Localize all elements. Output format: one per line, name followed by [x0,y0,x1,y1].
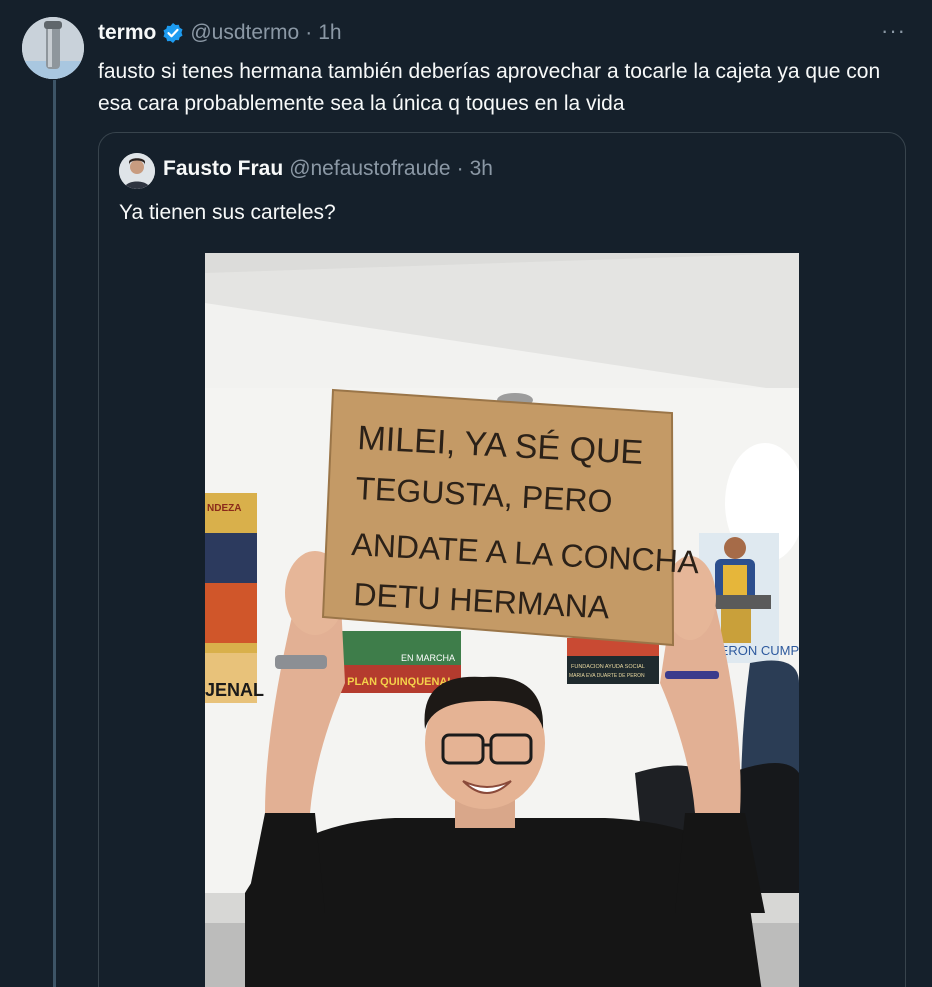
poster-center-left: EN MARCHA 2 PLAN QUINQUENAL [333,631,461,693]
quoted-author-name: Fausto Frau [163,157,284,180]
quoted-text: Ya tienen sus carteles? [119,201,336,224]
tweet-text: fausto si tenes hermana también deberías… [98,60,881,115]
tweet-header: termo @usdtermo · 1h [98,18,342,48]
poster-left-top: NDEZA [207,503,241,514]
separator-dot: · [456,157,464,180]
author-avatar[interactable] [22,17,84,79]
author-handle[interactable]: @usdtermo [190,21,299,45]
author-name[interactable]: termo [98,21,156,45]
poster-cl-bottom: 2 PLAN QUINQUENAL [338,676,454,688]
quoted-author-handle: @nefaustofraude [289,157,451,180]
quoted-photo[interactable]: NDEZA JENAL EN MARCHA 2 PLAN QUINQUENAL … [205,253,799,987]
poster-cr-bottom: MARIA EVA DUARTE DE PERON [569,673,645,679]
poster-left: NDEZA JENAL [205,493,264,703]
more-options-icon[interactable]: ··· [881,18,906,44]
poster-left-bottom: JENAL [205,680,264,700]
quoted-author-avatar [119,153,155,189]
quoted-header: Fausto Frau @nefaustofraude · 3h [163,157,493,181]
tweet-time[interactable]: 1h [318,21,341,45]
quoted-tweet-card[interactable]: Fausto Frau @nefaustofraude · 3h Ya tien… [98,132,906,987]
quoted-time: 3h [469,157,493,180]
thread-line [53,80,56,987]
poster-center-right: FUNDACION AYUDA SOCIAL MARIA EVA DUARTE … [567,638,659,684]
poster-cl-top: EN MARCHA [401,653,455,663]
separator-dot: · [305,21,313,44]
poster-cr-top: FUNDACION AYUDA SOCIAL [571,664,645,670]
tweet-page: termo @usdtermo · 1h ··· fausto si tenes… [0,0,932,987]
cardboard-sign: MILEI, YA SÉ QUE TEGUSTA, PERO ANDATE A … [321,388,701,647]
verified-badge-icon [162,22,184,44]
